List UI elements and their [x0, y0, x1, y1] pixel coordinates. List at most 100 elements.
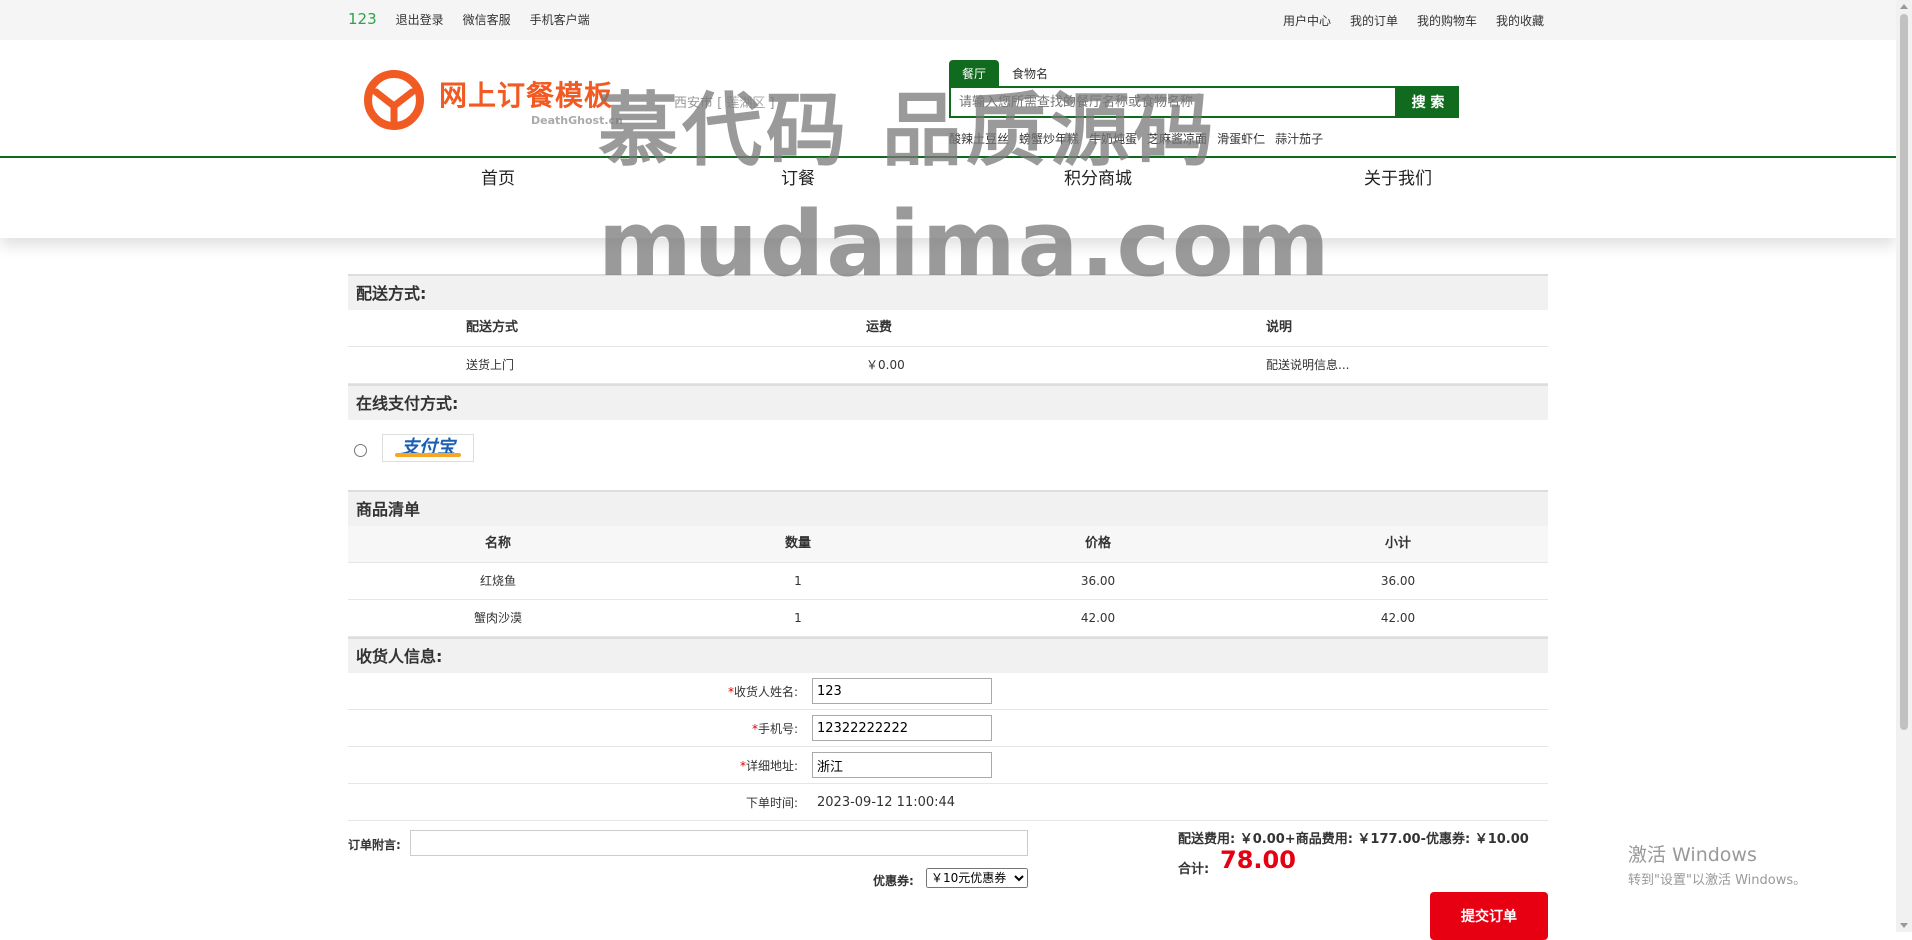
- logout-link[interactable]: 退出登录: [396, 11, 444, 28]
- hot-word[interactable]: 牛奶炖蛋: [1089, 130, 1137, 147]
- mobile-client-link[interactable]: 手机客户端: [530, 11, 590, 28]
- goods-price: 42.00: [1080, 611, 1116, 625]
- alipay-logo-icon[interactable]: 支付宝: [382, 434, 474, 462]
- table-row: 红烧鱼 1 36.00 36.00: [348, 563, 1548, 600]
- order-note-label: 订单附言:: [348, 838, 401, 852]
- delivery-header-row: 配送方式 运费 说明: [348, 310, 1548, 347]
- column-header: 数量: [784, 536, 811, 551]
- username-link[interactable]: 123: [348, 10, 377, 28]
- order-time-label: 下单时间:: [745, 795, 798, 810]
- order-time-row: 下单时间: 2023-09-12 11:00:44: [348, 784, 1548, 821]
- scroll-up-icon[interactable]: [1900, 4, 1908, 9]
- delivery-note: 配送说明信息...: [1266, 358, 1350, 372]
- my-cart-link[interactable]: 我的购物车: [1417, 12, 1477, 29]
- brand-subtitle: DeathGhost.cn: [531, 114, 623, 127]
- hot-word[interactable]: 螃蟹炒年糕: [1019, 130, 1079, 147]
- search-box: [949, 86, 1397, 118]
- search-tabs: 餐厅 食物名: [949, 60, 1061, 87]
- site-header: 网上订餐模板 DeathGhost.cn 西安市 [ 莲湖区 ] 餐厅 食物名 …: [0, 40, 1896, 158]
- goods-price: 36.00: [1080, 574, 1116, 588]
- delivery-section-title: 配送方式:: [348, 274, 1548, 310]
- payment-options: 支付宝: [348, 420, 1548, 490]
- receiver-address-row: *详细地址:: [348, 747, 1548, 784]
- column-header: 小计: [1384, 536, 1411, 551]
- coupon-label: 优惠券:: [873, 874, 914, 888]
- fee-summary: 配送费用: ￥0.00+商品费用: ￥177.00-优惠券: ￥10.00: [1178, 832, 1529, 847]
- receiver-phone-field[interactable]: [812, 715, 992, 741]
- payment-section-title: 在线支付方式:: [348, 384, 1548, 420]
- tab-food-name[interactable]: 食物名: [999, 60, 1061, 87]
- scrollbar-thumb[interactable]: [1900, 14, 1908, 730]
- alipay-swoosh: [395, 453, 461, 457]
- city-name: 西安市: [674, 96, 714, 111]
- hot-word[interactable]: 滑蛋虾仁: [1217, 130, 1265, 147]
- goods-subtotal: 36.00: [1380, 574, 1416, 588]
- brand-name[interactable]: 网上订餐模板: [439, 74, 613, 114]
- receiver-address-field[interactable]: [812, 752, 992, 778]
- search-button[interactable]: 搜 索: [1397, 86, 1459, 118]
- receiver-name-field[interactable]: [812, 678, 992, 704]
- activation-subtitle: 转到"设置"以激活 Windows。: [1628, 873, 1807, 888]
- search-input[interactable]: [957, 88, 1381, 116]
- delivery-method: 送货上门: [466, 358, 515, 372]
- receiver-phone-label: *手机号:: [348, 720, 812, 737]
- goods-header-row: 名称 数量 价格 小计: [348, 526, 1548, 563]
- table-row: 蟹肉沙漠 1 42.00 42.00: [348, 600, 1548, 637]
- activation-title: 激活 Windows: [1628, 844, 1757, 866]
- hot-word[interactable]: 蒜汁茄子: [1275, 130, 1323, 147]
- hot-word[interactable]: 酸辣土豆丝: [949, 130, 1009, 147]
- receiver-name-label: *收货人姓名:: [348, 683, 812, 700]
- column-header: 价格: [1084, 536, 1111, 551]
- column-header: 说明: [1266, 320, 1293, 335]
- delivery-row: 送货上门 ￥0.00 配送说明信息...: [348, 347, 1548, 384]
- total-label: 合计:: [1178, 862, 1210, 877]
- page-scrollbar[interactable]: [1896, 0, 1912, 932]
- receiver-address-label: *详细地址:: [348, 757, 812, 774]
- nav-item-home[interactable]: 首页: [348, 158, 648, 238]
- order-note-input[interactable]: [410, 830, 1028, 856]
- user-center-link[interactable]: 用户中心: [1283, 12, 1331, 29]
- scroll-down-icon[interactable]: [1900, 923, 1908, 928]
- order-time-value: 2023-09-12 11:00:44: [817, 794, 956, 810]
- submit-order-button[interactable]: 提交订单: [1430, 892, 1548, 940]
- top-bar: 123 退出登录 微信客服 手机客户端 用户中心 我的订单 我的购物车 我的收藏: [0, 0, 1896, 40]
- brand-logo-icon[interactable]: [362, 68, 426, 132]
- receiver-section-title: 收货人信息:: [348, 637, 1548, 673]
- my-orders-link[interactable]: 我的订单: [1350, 12, 1398, 29]
- top-bar-right: 用户中心 我的订单 我的购物车 我的收藏: [1283, 12, 1544, 29]
- top-bar-inner: 123 退出登录 微信客服 手机客户端 用户中心 我的订单 我的购物车 我的收藏: [348, 0, 1544, 40]
- goods-name: 红烧鱼: [479, 574, 516, 588]
- goods-name: 蟹肉沙漠: [473, 611, 522, 625]
- windows-activation-notice: 激活 Windows 转到"设置"以激活 Windows。: [1628, 840, 1806, 888]
- order-content: 配送方式: 配送方式 运费 说明 送货上门 ￥0.00 配送说明信息... 在线…: [348, 274, 1548, 821]
- column-header: 名称: [484, 536, 511, 551]
- column-header: 配送方式: [466, 320, 519, 335]
- hot-search-words: 酸辣土豆丝 螃蟹炒年糕 牛奶炖蛋 芝麻酱凉面 滑蛋虾仁 蒜汁茄子: [949, 130, 1323, 147]
- receiver-name-row: *收货人姓名:: [348, 673, 1548, 710]
- hot-word[interactable]: 芝麻酱凉面: [1147, 130, 1207, 147]
- tab-restaurant[interactable]: 餐厅: [949, 60, 1000, 87]
- nav-item-about-us[interactable]: 关于我们: [1248, 158, 1548, 238]
- column-header: 运费: [866, 320, 893, 335]
- goods-qty: 1: [794, 611, 802, 625]
- main-nav: 首页 订餐 积分商城 关于我们: [0, 158, 1896, 238]
- delivery-fee: ￥0.00: [866, 358, 905, 372]
- district-name[interactable]: 莲湖区: [726, 96, 765, 111]
- top-bar-left: 123 退出登录 微信客服 手机客户端: [348, 10, 590, 28]
- city-selector[interactable]: 西安市 [ 莲湖区 ]: [674, 92, 775, 111]
- label-text: 收货人姓名:: [733, 684, 798, 699]
- coupon-select[interactable]: ￥10元优惠券: [926, 868, 1028, 888]
- alipay-radio[interactable]: [354, 444, 367, 457]
- goods-qty: 1: [794, 574, 802, 588]
- receiver-phone-row: *手机号:: [348, 710, 1548, 747]
- my-favorites-link[interactable]: 我的收藏: [1496, 12, 1544, 29]
- goods-subtotal: 42.00: [1380, 611, 1416, 625]
- label-text: 手机号:: [757, 721, 798, 736]
- nav-item-order[interactable]: 订餐: [648, 158, 948, 238]
- label-text: 详细地址:: [745, 758, 798, 773]
- goods-section-title: 商品清单: [348, 490, 1548, 526]
- wechat-service-link[interactable]: 微信客服: [463, 11, 511, 28]
- main-nav-inner: 首页 订餐 积分商城 关于我们: [348, 158, 1548, 238]
- nav-item-points-mall[interactable]: 积分商城: [948, 158, 1248, 238]
- total-value: 78.00: [1220, 846, 1296, 874]
